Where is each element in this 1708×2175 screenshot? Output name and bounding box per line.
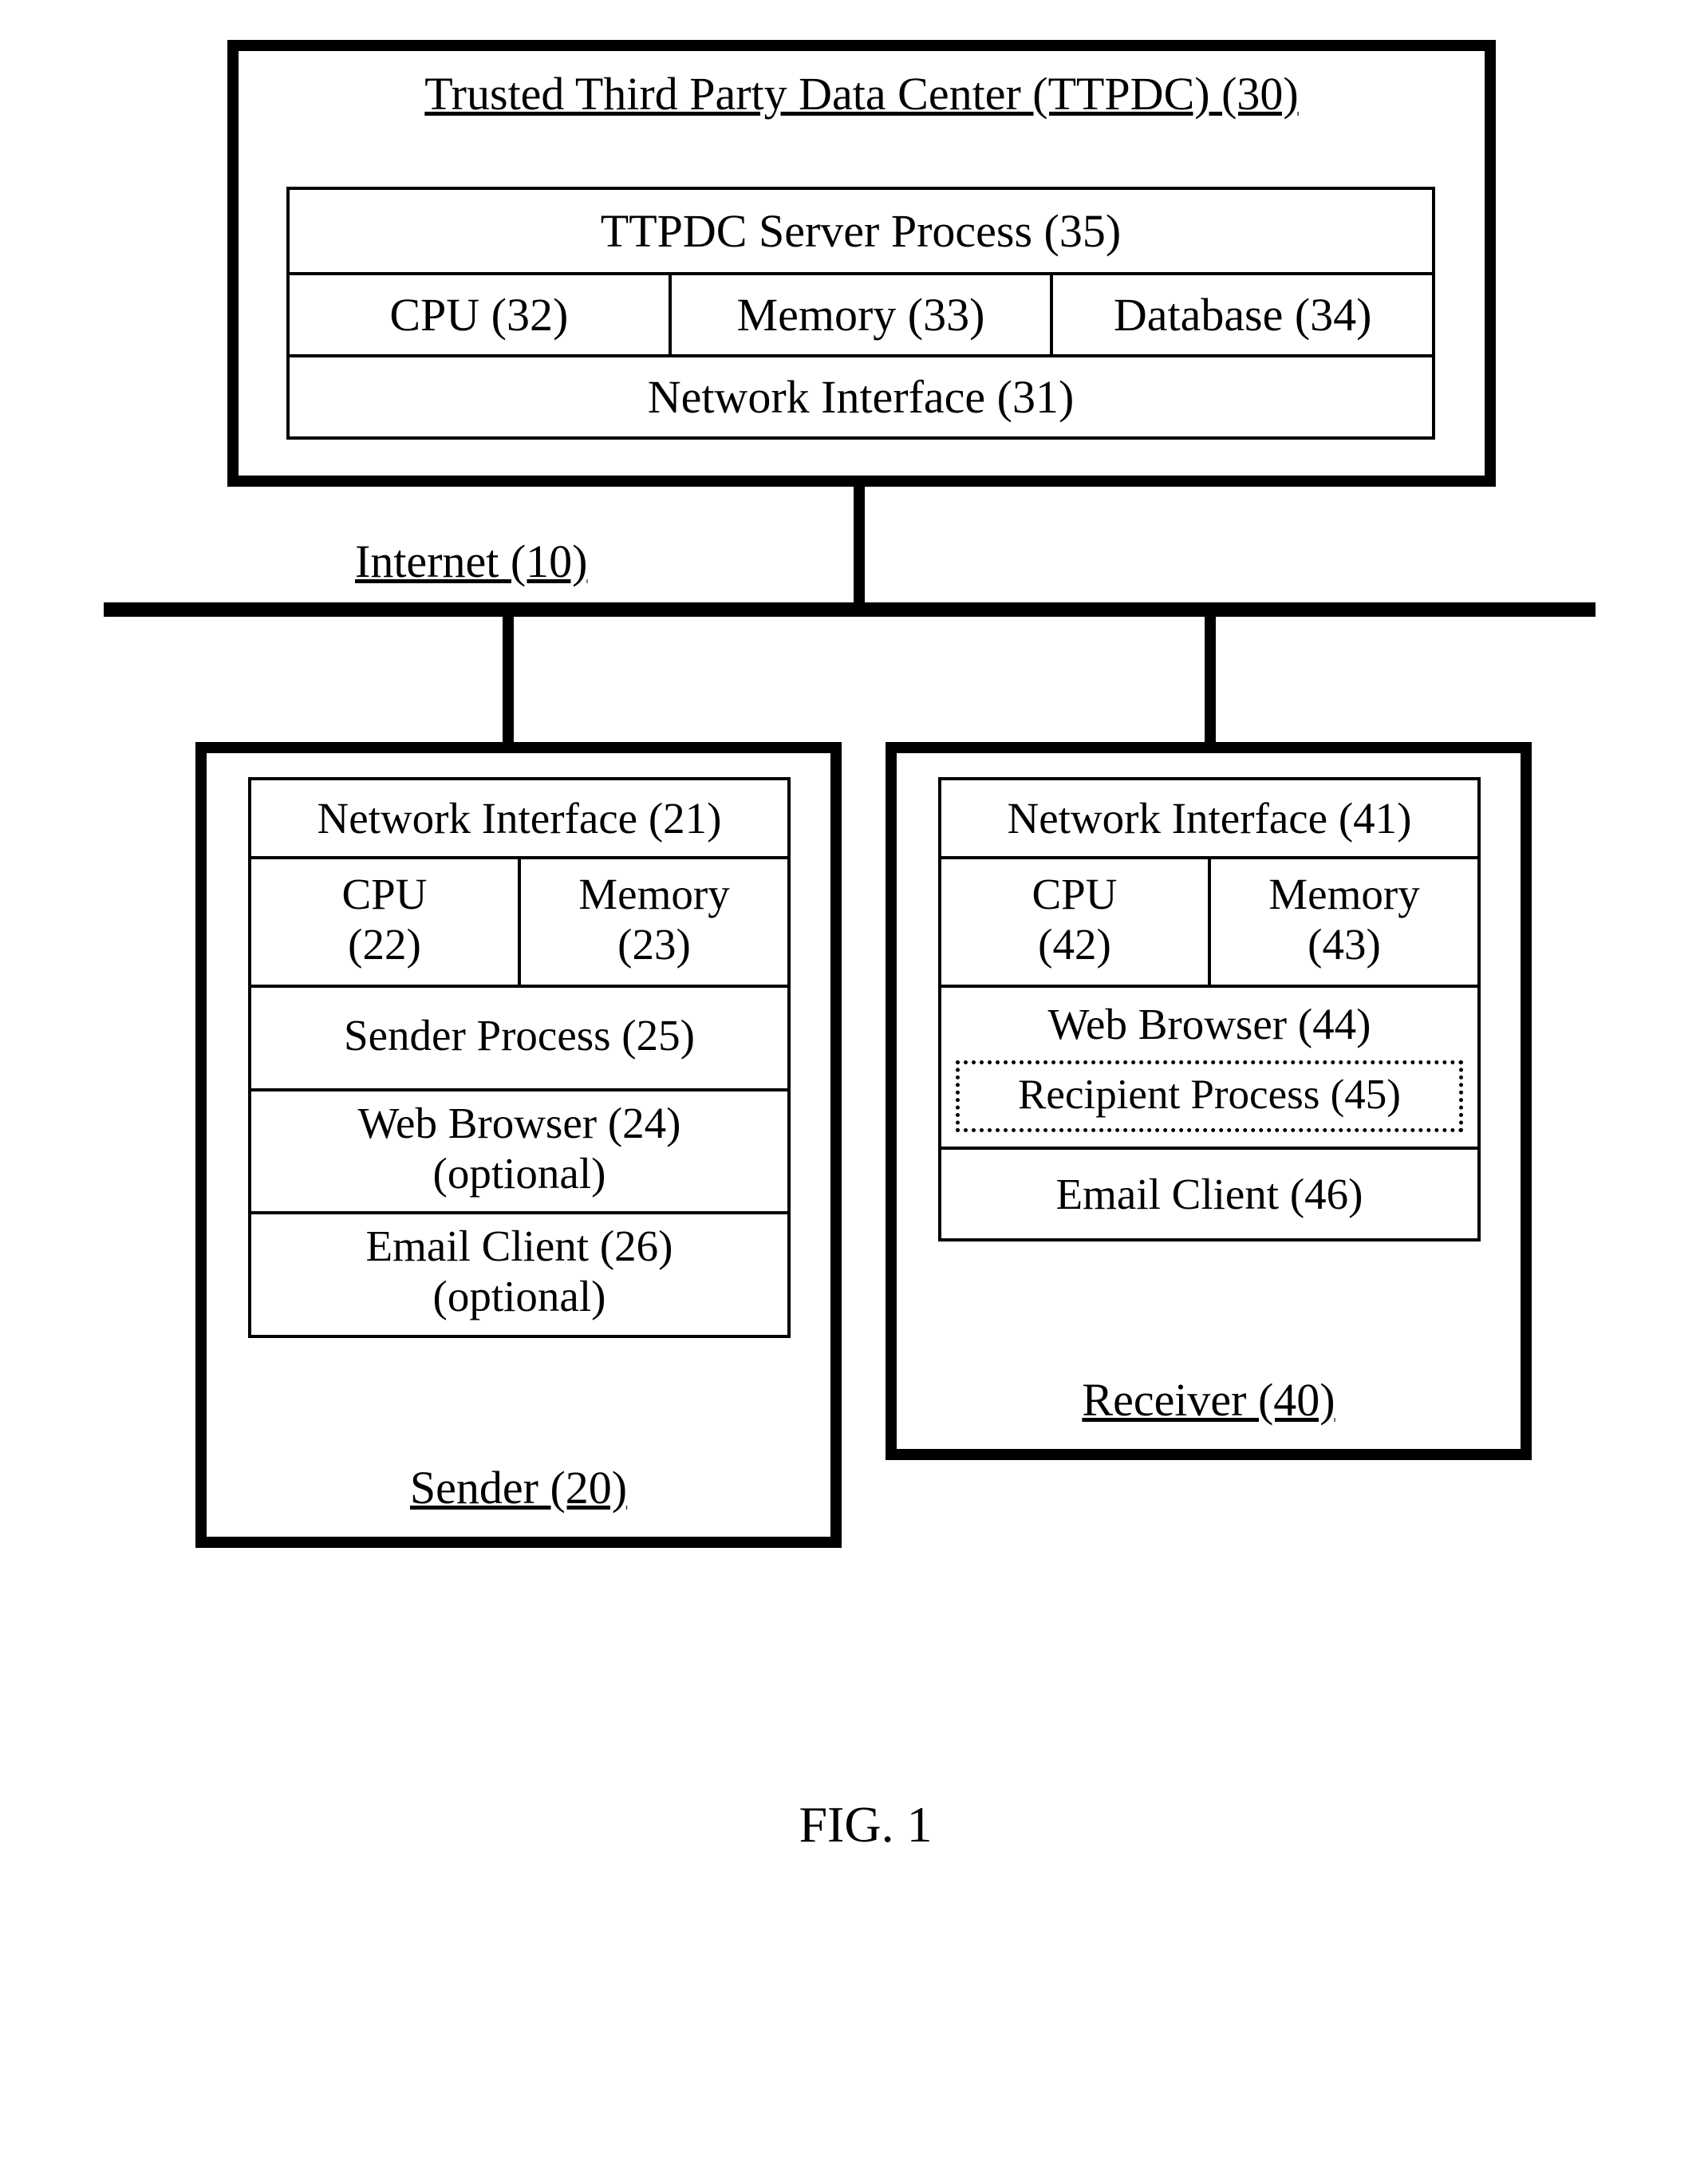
sender-process: Sender Process (25) (248, 988, 791, 1091)
receiver-inner-stack: Network Interface (41) CPU (42) Memory (… (938, 777, 1481, 1241)
receiver-cpu: CPU (42) (938, 859, 1211, 988)
sender-inner-stack: Network Interface (21) CPU (22) Memory (… (248, 777, 791, 1338)
receiver-memory-line2: (43) (1308, 920, 1381, 969)
ttpdc-hw-row: CPU (32) Memory (33) Database (34) (286, 275, 1435, 357)
sender-email-client-line2: (optional) (433, 1272, 606, 1320)
ttpdc-title: Trusted Third Party Data Center (TTPDC) … (239, 67, 1485, 120)
ttpdc-cpu: CPU (32) (286, 275, 672, 357)
ttpdc-memory: Memory (33) (672, 275, 1054, 357)
ttpdc-database: Database (34) (1053, 275, 1435, 357)
ttpdc-box: Trusted Third Party Data Center (TTPDC) … (227, 40, 1496, 487)
connector-sender (503, 606, 514, 746)
sender-network-interface: Network Interface (21) (248, 777, 791, 859)
ttpdc-server-process: TTPDC Server Process (35) (286, 187, 1435, 275)
sender-memory-line2: (23) (617, 920, 691, 969)
sender-email-client: Email Client (26) (optional) (248, 1214, 791, 1338)
recipient-process: Recipient Process (45) (956, 1060, 1463, 1132)
sender-hw-row: CPU (22) Memory (23) (248, 859, 791, 988)
receiver-memory: Memory (43) (1211, 859, 1481, 988)
receiver-network-interface: Network Interface (41) (938, 777, 1481, 859)
sender-web-browser: Web Browser (24) (optional) (248, 1091, 791, 1215)
sender-box: Network Interface (21) CPU (22) Memory (… (195, 742, 842, 1548)
receiver-web-browser-container: Web Browser (44) Recipient Process (45) (938, 988, 1481, 1150)
sender-cpu-line1: CPU (342, 870, 428, 918)
receiver-web-browser: Web Browser (44) (941, 988, 1477, 1052)
connector-ttpdc (854, 487, 865, 613)
ttpdc-inner-stack: TTPDC Server Process (35) CPU (32) Memor… (286, 187, 1435, 440)
receiver-hw-row: CPU (42) Memory (43) (938, 859, 1481, 988)
sender-cpu: CPU (22) (248, 859, 521, 988)
sender-web-browser-line2: (optional) (433, 1149, 606, 1198)
receiver-email-client: Email Client (46) (938, 1150, 1481, 1241)
receiver-title: Receiver (40) (897, 1373, 1521, 1427)
sender-memory: Memory (23) (521, 859, 791, 988)
internet-bus-line (104, 602, 1596, 617)
sender-web-browser-line1: Web Browser (24) (358, 1099, 681, 1147)
receiver-cpu-line1: CPU (1032, 870, 1118, 918)
ttpdc-network-interface: Network Interface (31) (286, 357, 1435, 440)
sender-title: Sender (20) (207, 1461, 830, 1514)
sender-cpu-line2: (22) (348, 920, 421, 969)
sender-email-client-line1: Email Client (26) (366, 1222, 673, 1270)
figure-label: FIG. 1 (120, 1795, 1611, 1854)
sender-memory-line1: Memory (578, 870, 729, 918)
receiver-memory-line1: Memory (1268, 870, 1419, 918)
internet-label: Internet (10) (355, 535, 587, 588)
receiver-cpu-line2: (42) (1038, 920, 1111, 969)
receiver-box: Network Interface (41) CPU (42) Memory (… (886, 742, 1532, 1460)
connector-receiver (1205, 606, 1216, 746)
